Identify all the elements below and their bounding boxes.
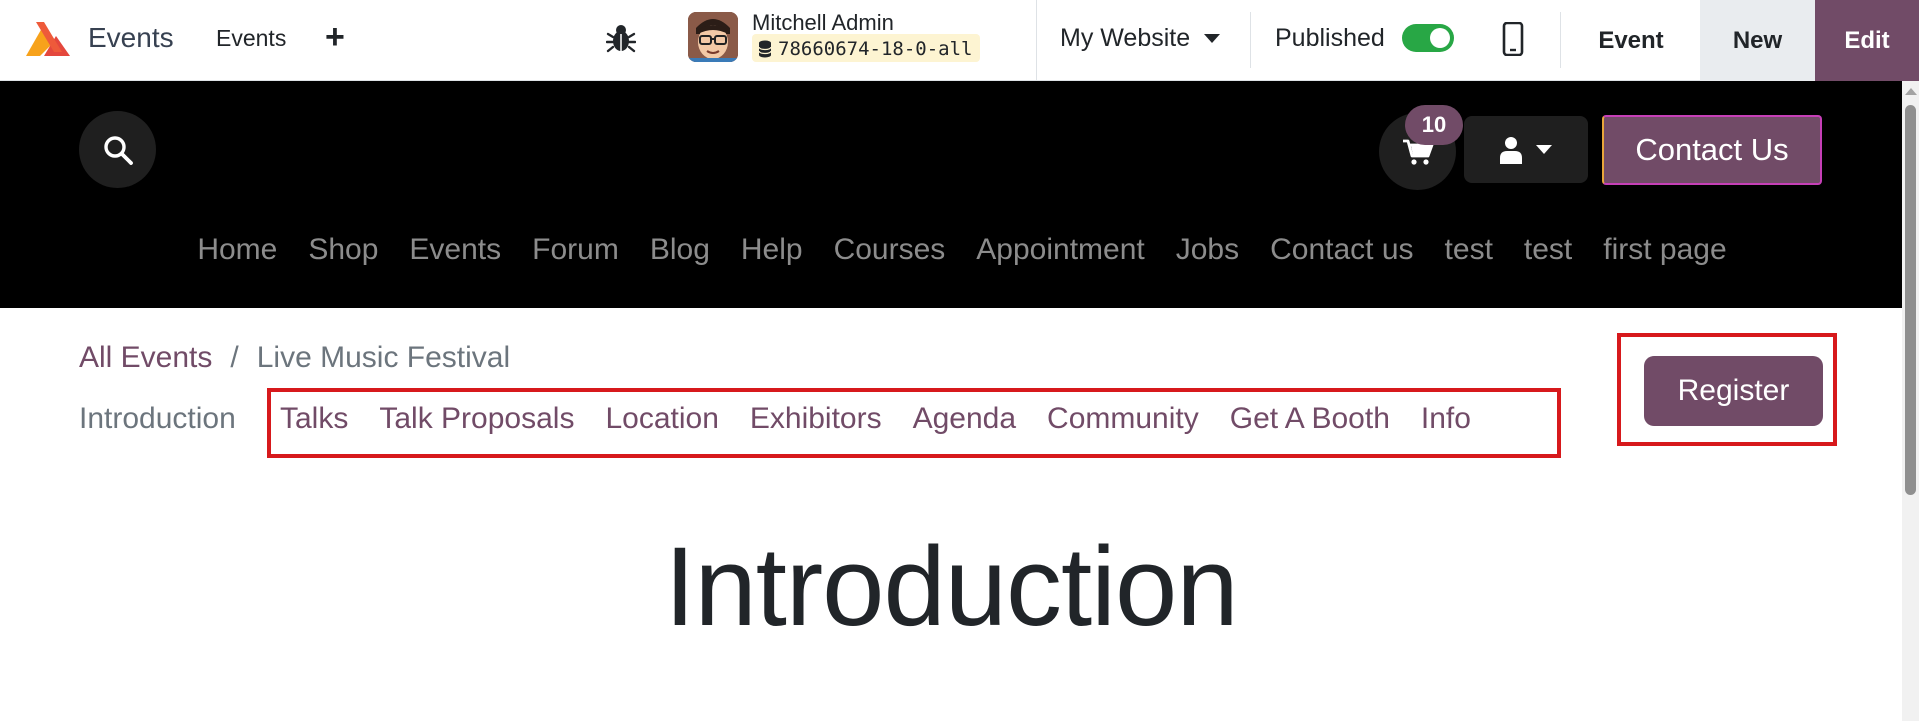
published-toggle[interactable] bbox=[1402, 24, 1454, 52]
avatar[interactable] bbox=[688, 12, 738, 62]
nav-item-contact-us[interactable]: Contact us bbox=[1270, 233, 1413, 267]
website-selector[interactable]: My Website bbox=[1060, 24, 1221, 53]
database-badge[interactable]: 78660674-18-0-all bbox=[752, 34, 981, 62]
register-button[interactable]: Register bbox=[1644, 356, 1823, 426]
app-logo-icon[interactable] bbox=[22, 18, 74, 58]
breadcrumb-separator: / bbox=[230, 341, 239, 374]
user-menu-button[interactable] bbox=[1464, 116, 1588, 183]
app-name[interactable]: Events bbox=[88, 22, 174, 54]
published-label: Published bbox=[1275, 24, 1385, 52]
database-name: 78660674-18-0-all bbox=[778, 38, 973, 60]
breadcrumb: All Events / Live Music Festival bbox=[79, 341, 510, 375]
nav-item-first-page[interactable]: first page bbox=[1603, 233, 1726, 267]
odoo-top-bar: Events Events + Mitchell Admin 78660674-… bbox=[0, 0, 1919, 81]
scroll-up-icon[interactable] bbox=[1902, 85, 1919, 99]
event-tabs: Introduction bbox=[79, 402, 267, 436]
divider bbox=[1036, 0, 1037, 81]
breadcrumb-all-events[interactable]: All Events bbox=[79, 341, 212, 375]
mobile-icon[interactable] bbox=[1502, 22, 1524, 56]
edit-button[interactable]: Edit bbox=[1815, 0, 1919, 81]
tab-introduction[interactable]: Introduction bbox=[79, 402, 236, 436]
main-navigation: Home Shop Events Forum Blog Help Courses… bbox=[0, 233, 1902, 267]
divider bbox=[1250, 12, 1251, 68]
new-button[interactable]: New bbox=[1700, 0, 1815, 81]
tab-info[interactable]: Info bbox=[1421, 402, 1471, 436]
nav-item-help[interactable]: Help bbox=[741, 233, 803, 267]
nav-item-test[interactable]: test bbox=[1445, 233, 1493, 267]
nav-item-appointment[interactable]: Appointment bbox=[976, 233, 1144, 267]
user-icon bbox=[1500, 136, 1522, 164]
nav-item-forum[interactable]: Forum bbox=[532, 233, 619, 267]
website-header: 10 Contact Us Home Shop Events Forum Blo… bbox=[0, 81, 1902, 308]
tab-exhibitors[interactable]: Exhibitors bbox=[750, 402, 882, 436]
user-name[interactable]: Mitchell Admin bbox=[752, 10, 894, 36]
nav-item-courses[interactable]: Courses bbox=[834, 233, 946, 267]
website-selector-label: My Website bbox=[1060, 24, 1191, 52]
contact-us-button[interactable]: Contact Us bbox=[1602, 115, 1822, 185]
bug-icon[interactable] bbox=[606, 22, 636, 54]
tab-community[interactable]: Community bbox=[1047, 402, 1199, 436]
chevron-down-icon bbox=[1204, 34, 1221, 43]
scrollbar-thumb[interactable] bbox=[1905, 105, 1916, 495]
menu-events[interactable]: Events bbox=[216, 25, 286, 52]
nav-item-test-2[interactable]: test bbox=[1524, 233, 1572, 267]
nav-item-blog[interactable]: Blog bbox=[650, 233, 710, 267]
scrollbar[interactable] bbox=[1902, 81, 1919, 721]
breadcrumb-current: Live Music Festival bbox=[256, 341, 511, 374]
cart-count-badge: 10 bbox=[1405, 105, 1463, 145]
nav-item-home[interactable]: Home bbox=[197, 233, 277, 267]
search-icon bbox=[103, 135, 133, 165]
event-tab-list: Talks Talk Proposals Location Exhibitors… bbox=[280, 402, 1471, 436]
nav-item-events[interactable]: Events bbox=[409, 233, 501, 267]
event-button[interactable]: Event bbox=[1562, 0, 1700, 81]
divider bbox=[1560, 12, 1561, 68]
plus-icon[interactable]: + bbox=[325, 17, 345, 57]
tab-talk-proposals[interactable]: Talk Proposals bbox=[379, 402, 574, 436]
chevron-down-icon bbox=[1536, 145, 1552, 154]
database-icon bbox=[758, 40, 772, 58]
tab-talks[interactable]: Talks bbox=[280, 402, 348, 436]
search-button[interactable] bbox=[79, 111, 156, 188]
tab-get-a-booth[interactable]: Get A Booth bbox=[1230, 402, 1390, 436]
nav-item-jobs[interactable]: Jobs bbox=[1176, 233, 1239, 267]
tab-agenda[interactable]: Agenda bbox=[913, 402, 1016, 436]
page-title: Introduction bbox=[664, 524, 1238, 649]
tab-location[interactable]: Location bbox=[605, 402, 718, 436]
nav-item-shop[interactable]: Shop bbox=[308, 233, 378, 267]
